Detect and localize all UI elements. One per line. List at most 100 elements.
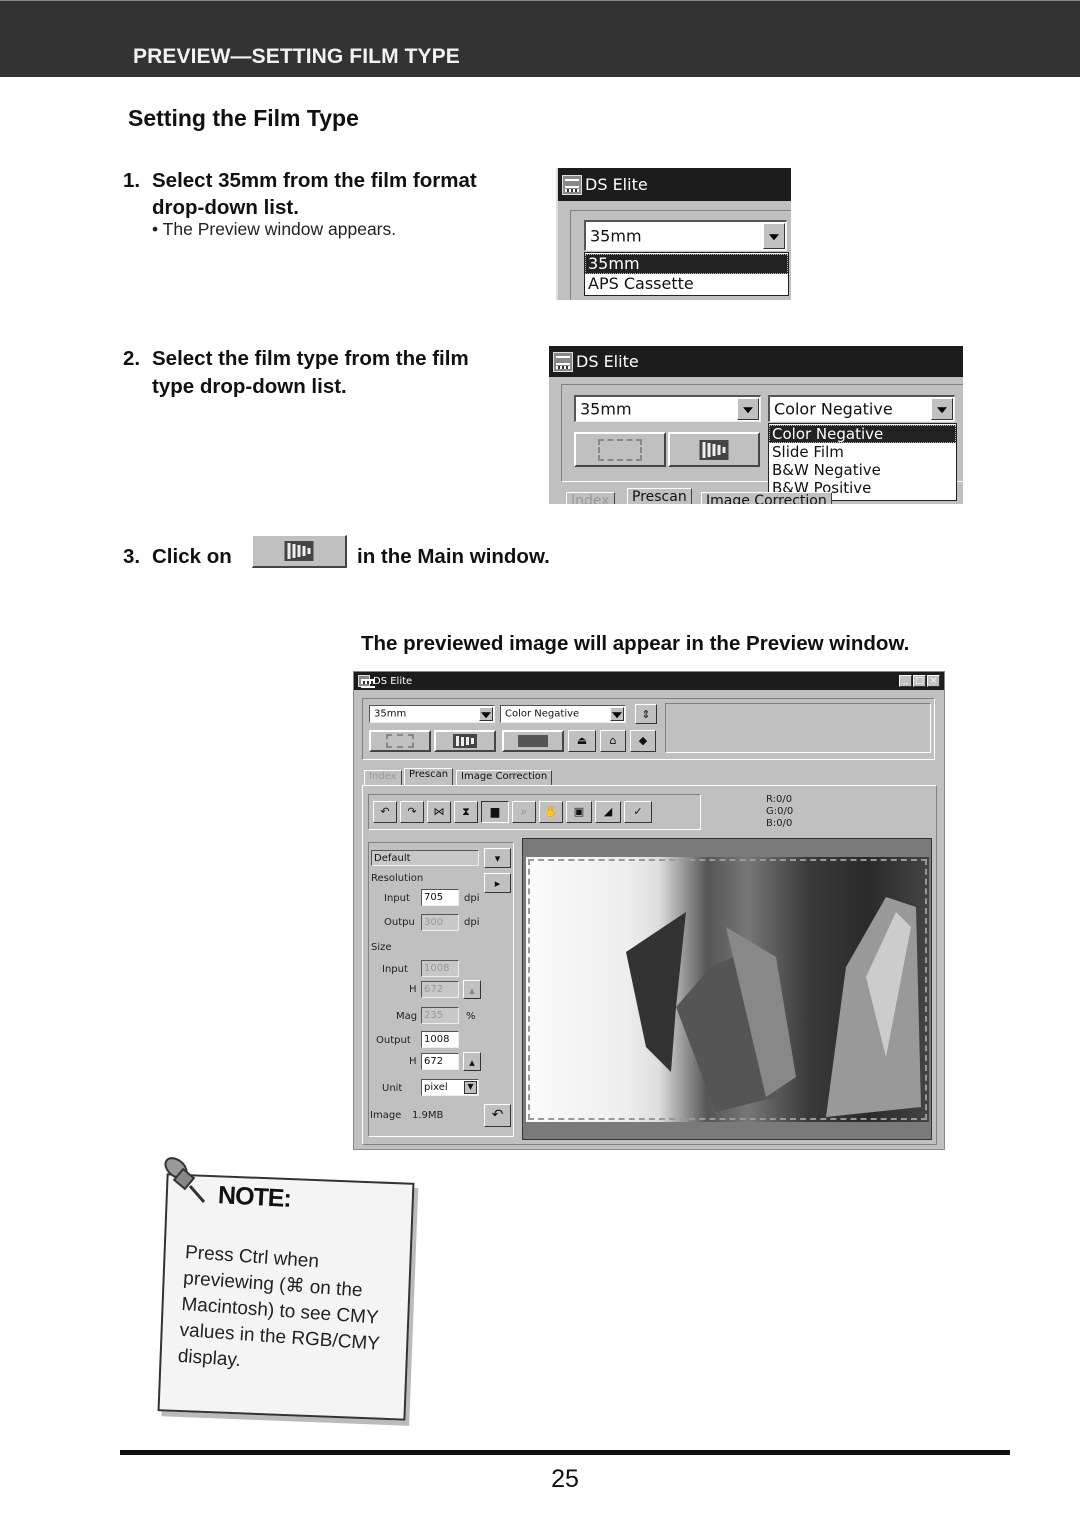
image-size-value: 1.9MB [412, 1110, 444, 1121]
close-button[interactable]: × [927, 675, 940, 687]
preferences-button[interactable]: ⌂ [600, 730, 626, 752]
eject-button[interactable]: ⏏ [568, 730, 596, 752]
lock-icon: ▴ [469, 1056, 475, 1069]
rotate-left-icon: ↶ [380, 805, 390, 818]
film-type-list: Color Negative Slide Film B&W Negative B… [768, 423, 957, 501]
preview-image [526, 857, 929, 1122]
window-title: DS Elite [576, 352, 639, 371]
reset-button[interactable]: ↶ [484, 1104, 511, 1127]
output-size-label: Output [376, 1035, 411, 1046]
prescan-button[interactable] [434, 730, 496, 752]
tab-image-correction[interactable]: Image Correction [701, 492, 832, 504]
chevron-down-icon[interactable] [610, 707, 624, 721]
check-icon: ✓ [633, 805, 643, 818]
rotate-right-button[interactable]: ↷ [400, 801, 424, 823]
step-text-after: in the Main window. [357, 545, 550, 568]
resolution-menu-button[interactable]: ▸ [484, 873, 511, 893]
chevron-down-icon[interactable] [479, 707, 493, 721]
help-icon: ◆ [638, 734, 648, 747]
prescan-icon [453, 734, 477, 748]
tab-index[interactable]: Index [364, 770, 402, 785]
step-number: 1. [123, 169, 141, 192]
tab-prescan[interactable]: Prescan [404, 768, 454, 785]
output-width-field[interactable]: 1008 [421, 1031, 459, 1048]
film-type-dropdown[interactable]: Color Negative [768, 395, 955, 422]
tab-prescan[interactable]: Prescan [627, 488, 692, 504]
resolution-label: Resolution [371, 873, 424, 884]
percent-unit: % [466, 1011, 476, 1022]
calibrate-button[interactable]: ⇕ [635, 704, 657, 724]
crop-icon: ▆ [490, 805, 500, 818]
film-type-dropdown[interactable]: Color Negative [500, 705, 626, 723]
input-resolution-dropdown[interactable]: 705 [421, 889, 459, 906]
note-text: Press Ctrl when previewing (⌘ on the Mac… [177, 1241, 381, 1372]
chapter-header-bar: PREVIEW—SETTING FILM TYPE [0, 0, 1080, 77]
footer-rule [120, 1450, 1010, 1455]
dpi-unit: dpi [464, 917, 480, 928]
exposure-lock-icon: ◢ [603, 805, 613, 818]
input-lock-button[interactable]: ▴ [463, 980, 481, 999]
maximize-button[interactable]: □ [913, 675, 926, 687]
film-format-dropdown[interactable]: 35mm [584, 220, 787, 251]
crop-frame[interactable] [528, 859, 927, 1120]
g-value: G:0/0 [766, 806, 794, 817]
index-scan-button[interactable] [369, 730, 431, 752]
unit-label: Unit [382, 1083, 403, 1094]
film-format-dropdown[interactable]: 35mm [369, 705, 495, 723]
tab-index[interactable]: Index [566, 492, 615, 504]
rotate-left-button[interactable]: ↶ [373, 801, 397, 823]
chevron-down-icon[interactable]: ▼ [464, 1081, 477, 1094]
zoom-button[interactable]: ⌕ [512, 801, 536, 823]
input-label: Input [384, 893, 410, 904]
size-input-width-field[interactable]: 1008 [421, 960, 459, 977]
help-button[interactable]: ◆ [630, 730, 656, 752]
scan-button[interactable] [502, 730, 564, 752]
prescan-button[interactable] [668, 432, 760, 467]
tab-image-correction[interactable]: Image Correction [456, 770, 553, 785]
output-resolution-dropdown[interactable]: 300 [421, 914, 459, 931]
scan-icon [518, 735, 548, 747]
auto-exposure-lock-button[interactable]: ◢ [595, 801, 621, 823]
step-number: 3. [123, 545, 141, 568]
crop-toggle-button[interactable]: ▆ [481, 801, 509, 823]
flip-vertical-icon: ⧗ [462, 805, 470, 818]
main-window-screenshot: DS Elite _ □ × 35mm Color Negative ⇕ ⏏ ⌂… [353, 671, 945, 1150]
size-input-height-field[interactable]: 672 [421, 981, 459, 998]
b-value: B:0/0 [766, 818, 793, 829]
film-type-screenshot: DS Elite 35mm Color Negative Color Negat… [549, 346, 963, 504]
list-option[interactable]: Slide Film [769, 443, 956, 461]
list-option[interactable]: B&W Negative [769, 461, 956, 479]
minimize-button[interactable]: _ [899, 675, 912, 687]
lock-frame-button[interactable]: ▣ [566, 801, 592, 823]
chevron-down-icon[interactable] [931, 398, 953, 420]
size-input-label: Input [382, 964, 408, 975]
r-value: R:0/0 [766, 794, 793, 805]
index-scan-icon [598, 438, 642, 461]
flip-horizontal-button[interactable]: ⋈ [427, 801, 451, 823]
list-option[interactable]: Color Negative [769, 425, 956, 443]
size-label: Size [371, 942, 392, 953]
output-height-field[interactable]: 672 [421, 1053, 459, 1070]
hand-button[interactable]: ✋ [539, 801, 563, 823]
preview-caption: The previewed image will appear in the P… [361, 632, 910, 655]
output-lock-button[interactable]: ▴ [463, 1052, 481, 1071]
preset-menu-button[interactable]: ▾ [484, 848, 511, 868]
prescan-button-inline[interactable] [252, 535, 347, 568]
preview-area[interactable] [522, 838, 932, 1140]
chevron-down-icon[interactable] [737, 398, 759, 420]
mag-field[interactable]: 235 [421, 1007, 459, 1024]
app-icon [553, 351, 573, 372]
unit-dropdown[interactable]: pixel ▼ [421, 1079, 479, 1096]
film-format-dropdown[interactable]: 35mm [574, 395, 761, 422]
flip-vertical-button[interactable]: ⧗ [454, 801, 478, 823]
auto-focus-button[interactable]: ✓ [624, 801, 652, 823]
preferences-icon: ⌂ [609, 734, 617, 747]
list-option[interactable]: APS Cassette [585, 274, 788, 294]
index-scan-button[interactable] [574, 432, 666, 467]
preset-field[interactable]: Default [371, 850, 479, 866]
window-title: DS Elite [585, 175, 648, 194]
list-option[interactable]: 35mm [585, 254, 788, 274]
app-icon [562, 174, 582, 195]
rotate-right-icon: ↷ [407, 805, 417, 818]
chevron-down-icon[interactable] [763, 223, 785, 249]
